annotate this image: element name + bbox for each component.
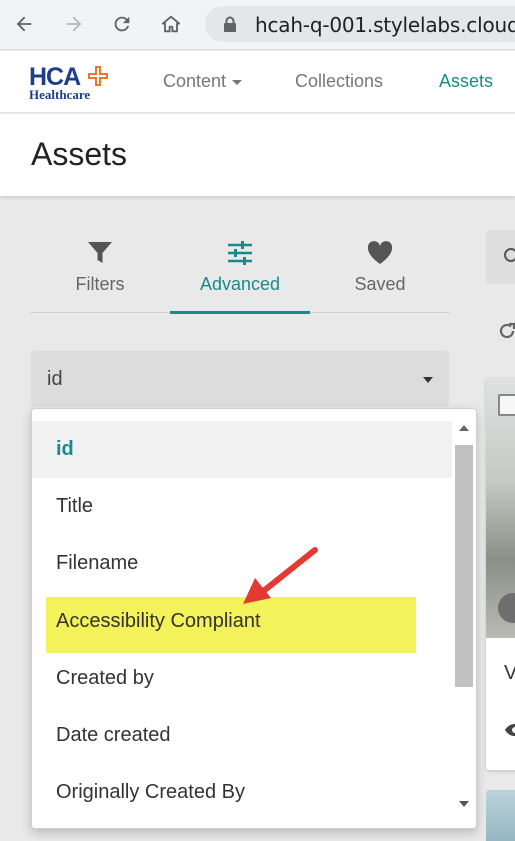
home-button[interactable] (155, 8, 187, 40)
page-header: Assets (0, 114, 515, 196)
app-header: HCA Healthcare Content Collections Asset… (0, 51, 515, 113)
tab-saved-label: Saved (354, 274, 406, 294)
nav-assets[interactable]: Assets (439, 71, 493, 92)
asset-select-checkbox[interactable] (498, 394, 515, 416)
nav-content[interactable]: Content (163, 71, 243, 92)
search-input[interactable] (486, 230, 515, 284)
hca-logo[interactable]: HCA Healthcare (29, 63, 119, 103)
annotation-arrow-icon (243, 547, 318, 604)
option-originally-created-by[interactable]: Originally Created By (32, 764, 452, 821)
arrow-right-icon (66, 16, 82, 32)
address-bar[interactable]: hcah-q-001.stylelabs.cloud/e (205, 6, 515, 42)
asset-card-2[interactable] (486, 790, 515, 841)
option-id[interactable]: id (32, 421, 452, 478)
tab-filters[interactable]: Filters (30, 240, 170, 314)
scroll-down-arrow-icon[interactable] (459, 801, 469, 807)
field-dropdown-list: id Title Filename Accessibility Complian… (31, 408, 477, 829)
arrow-left-icon (16, 16, 32, 32)
eye-icon[interactable] (504, 723, 515, 737)
back-button[interactable] (8, 8, 40, 40)
reload-icon (114, 16, 130, 32)
tab-advanced-label: Advanced (199, 274, 281, 294)
scroll-up-arrow-icon[interactable] (459, 425, 469, 431)
cross-logo-icon (88, 66, 108, 86)
home-icon (161, 15, 181, 33)
asset-title: V (504, 662, 515, 684)
asset-card[interactable]: V (486, 378, 515, 770)
tab-filters-label: Filters (75, 274, 125, 294)
field-select[interactable]: id (31, 351, 449, 407)
scrollbar-thumb[interactable] (455, 445, 473, 687)
active-tab-indicator (170, 311, 310, 314)
nav-content-label: Content (163, 71, 227, 91)
funnel-icon (88, 242, 112, 263)
heart-icon (367, 241, 393, 264)
tab-advanced[interactable]: Advanced (170, 240, 310, 314)
sliders-icon (228, 241, 252, 265)
reload-button[interactable] (106, 8, 138, 40)
tab-saved[interactable]: Saved (310, 240, 450, 314)
option-created-by[interactable]: Created by (32, 650, 452, 707)
chevron-down-icon (232, 79, 243, 85)
refresh-icon[interactable] (497, 321, 515, 341)
browser-toolbar: hcah-q-001.stylelabs.cloud/e (0, 0, 515, 50)
option-date-created[interactable]: Date created (32, 707, 452, 764)
logo-subtext: Healthcare (29, 87, 91, 102)
page-title: Assets (31, 136, 128, 172)
lock-icon (224, 16, 236, 32)
dropdown-scrollbar[interactable] (452, 419, 476, 819)
nav-collections[interactable]: Collections (295, 71, 383, 92)
field-select-value: id (47, 368, 63, 390)
search-icon (504, 248, 515, 262)
caret-down-icon (423, 377, 433, 383)
url-text: hcah-q-001.stylelabs.cloud/e (255, 13, 515, 37)
option-title[interactable]: Title (32, 478, 452, 535)
forward-button[interactable] (58, 8, 90, 40)
